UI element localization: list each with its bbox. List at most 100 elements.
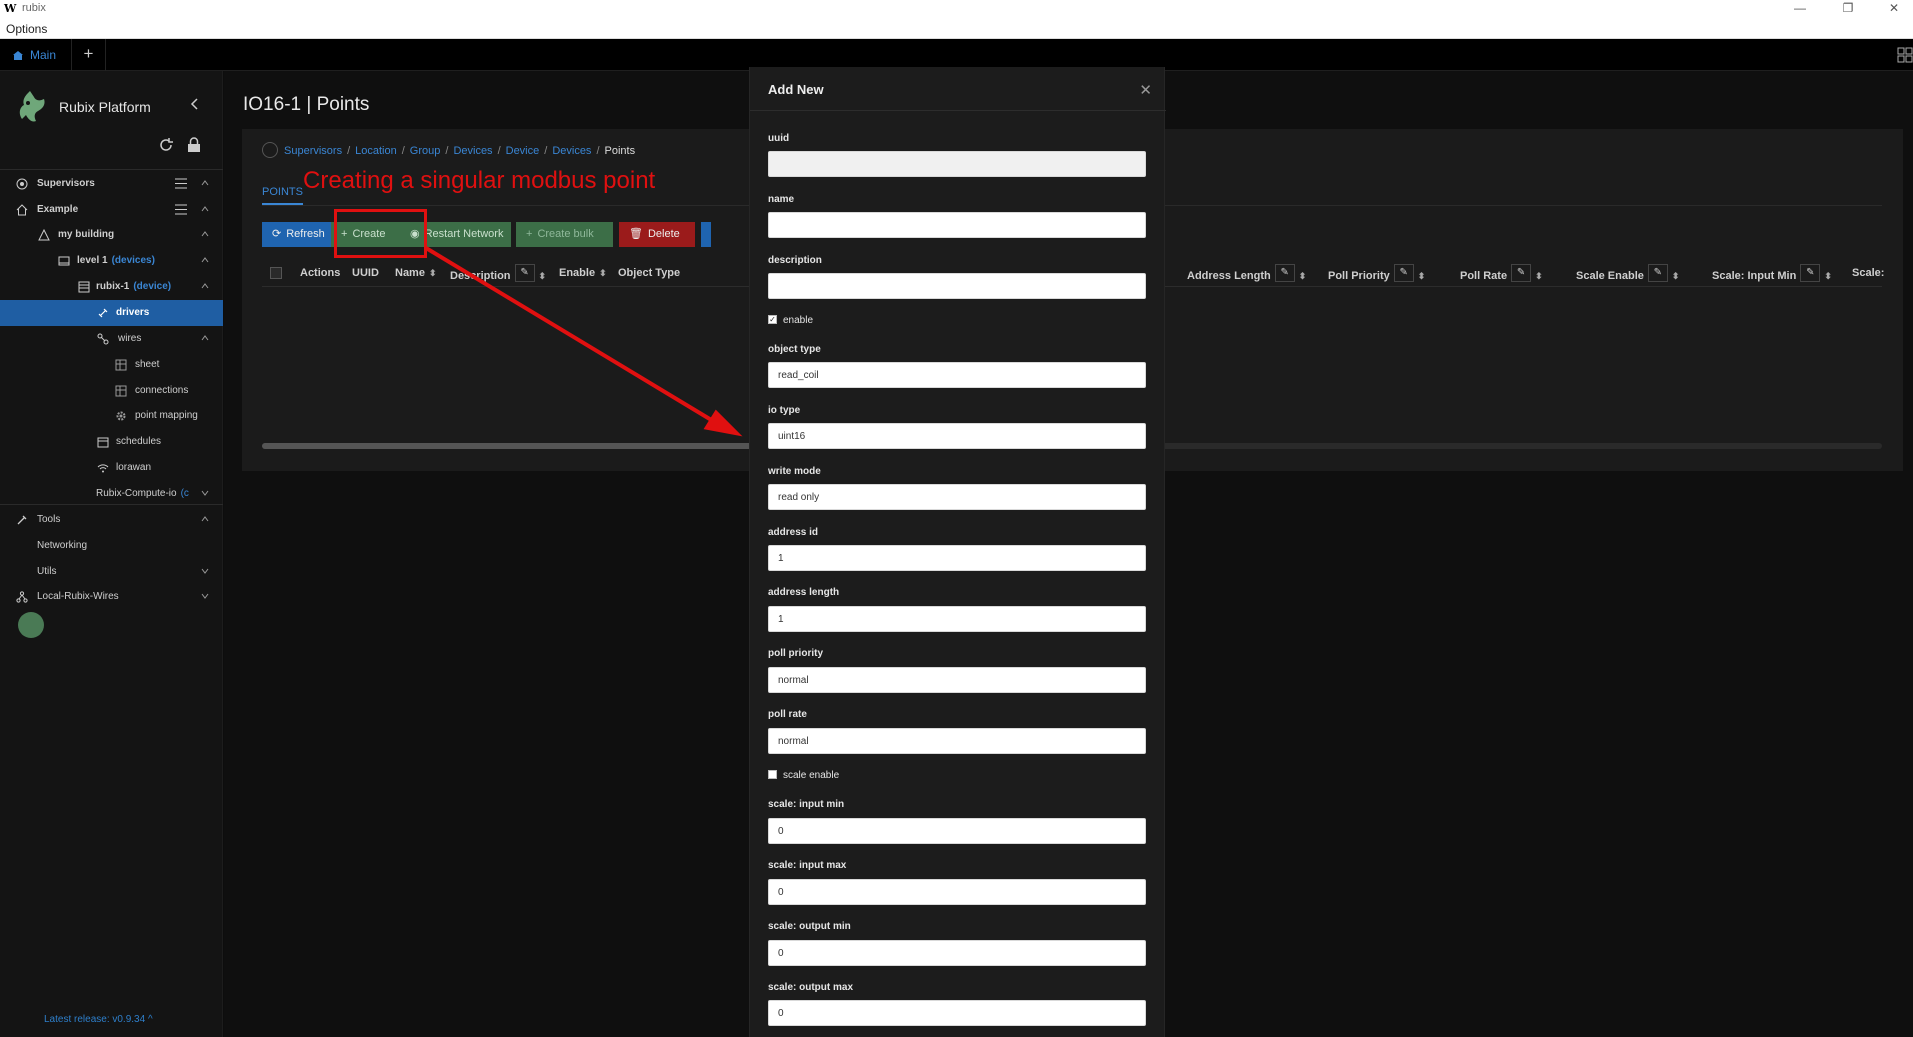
column-header[interactable]: Description ✎ ⬍ bbox=[450, 264, 546, 285]
chevron-up-icon[interactable] bbox=[201, 257, 209, 263]
sidebar-item-rubix-1[interactable]: rubix-1 (device) bbox=[0, 274, 223, 300]
sidebar-item-connections[interactable]: connections bbox=[0, 378, 223, 404]
breadcrumb: Supervisors / Location / Group / Devices / Devic… bbox=[262, 142, 635, 159]
sidebar-item-drivers[interactable]: drivers bbox=[0, 300, 223, 326]
poll-priority-select[interactable]: normal bbox=[768, 667, 1146, 693]
sidebar-item-label: lorawan bbox=[116, 462, 152, 473]
sidebar-divider bbox=[0, 504, 223, 505]
breadcrumb-item[interactable]: Group bbox=[410, 145, 441, 157]
sidebar-item-level-1[interactable]: level 1 (devices) bbox=[0, 248, 223, 274]
sidebar-item-local-rubix-wires[interactable]: Local-Rubix-Wires bbox=[0, 584, 223, 610]
scale-output-max-field[interactable]: 0 bbox=[768, 1000, 1146, 1026]
sidebar-item-lorawan[interactable]: lorawan bbox=[0, 455, 223, 481]
sidebar-item-utils[interactable]: Utils bbox=[0, 559, 223, 585]
create-bulk-button[interactable]: + Create bulk bbox=[516, 222, 613, 247]
close-window-button[interactable]: ✕ bbox=[1871, 0, 1913, 18]
minimize-button[interactable]: — bbox=[1777, 0, 1823, 18]
chevron-up-icon[interactable] bbox=[201, 231, 209, 237]
sidebar-item-point-mapping[interactable]: point mapping bbox=[0, 403, 223, 429]
sidebar: Rubix Platform Supervisors Example my bu… bbox=[0, 71, 223, 1037]
filter-icon[interactable]: ✎ bbox=[1800, 264, 1821, 282]
filter-icon[interactable]: ✎ bbox=[514, 264, 535, 282]
scale-enable-checkbox[interactable] bbox=[768, 769, 777, 779]
column-header[interactable]: Scale: Input Min ✎ ⬍ bbox=[1712, 264, 1832, 285]
sidebar-item-example[interactable]: Example bbox=[0, 197, 223, 223]
sidebar-item-tools[interactable]: Tools bbox=[0, 507, 223, 533]
description-field[interactable] bbox=[768, 273, 1146, 299]
chevron-up-icon[interactable] bbox=[201, 206, 209, 212]
refresh-icon[interactable] bbox=[158, 137, 174, 153]
gear-icon bbox=[116, 411, 126, 421]
column-header[interactable]: UUID bbox=[352, 267, 379, 279]
tab-main[interactable]: Main bbox=[0, 39, 72, 71]
chevron-up-icon[interactable] bbox=[201, 516, 209, 522]
column-header[interactable]: Scale Enable ✎ ⬍ bbox=[1576, 264, 1679, 285]
breadcrumb-item[interactable]: Devices bbox=[453, 145, 492, 157]
column-header[interactable]: Name ⬍ bbox=[395, 267, 437, 279]
collapse-sidebar-icon[interactable] bbox=[188, 97, 202, 111]
sidebar-item-supervisors[interactable]: Supervisors bbox=[0, 171, 223, 197]
tab-points[interactable]: POINTS bbox=[262, 186, 303, 205]
sidebar-item-sheet[interactable]: sheet bbox=[0, 352, 223, 378]
sidebar-item-my-building[interactable]: my building bbox=[0, 222, 223, 248]
refresh-button[interactable]: ⟳ Refresh bbox=[262, 222, 334, 247]
column-header[interactable]: Poll Rate ✎ ⬍ bbox=[1460, 264, 1543, 285]
poll-rate-select[interactable]: normal bbox=[768, 728, 1146, 754]
filter-icon[interactable]: ✎ bbox=[1647, 264, 1668, 282]
chevron-up-icon[interactable] bbox=[201, 335, 209, 341]
sidebar-item-wires[interactable]: wires bbox=[0, 326, 223, 352]
sort-icon: ⬍ bbox=[428, 268, 437, 278]
filter-icon[interactable]: ✎ bbox=[1393, 264, 1414, 282]
chevron-up-icon[interactable] bbox=[201, 283, 209, 289]
scale-enable-checkbox-row[interactable]: scale enable bbox=[768, 769, 839, 781]
io-type-select[interactable]: uint16 bbox=[768, 423, 1146, 449]
add-tab-button[interactable]: + bbox=[72, 39, 106, 71]
column-header[interactable]: Enable ⬍ bbox=[559, 267, 607, 279]
refresh-icon: ⟳ bbox=[272, 228, 282, 240]
avatar[interactable] bbox=[18, 612, 44, 638]
sidebar-item-schedules[interactable]: schedules bbox=[0, 429, 223, 455]
delete-button[interactable]: 🗑 Delete bbox=[619, 222, 695, 247]
breadcrumb-item[interactable]: Device bbox=[506, 145, 540, 157]
breadcrumb-item[interactable]: Location bbox=[355, 145, 397, 157]
menu-icon[interactable] bbox=[175, 204, 187, 215]
column-header[interactable]: Object Type bbox=[618, 267, 680, 279]
filter-icon[interactable]: ✎ bbox=[1274, 264, 1295, 282]
name-field[interactable] bbox=[768, 212, 1146, 238]
sidebar-item-label: sheet bbox=[135, 359, 160, 370]
object-type-select[interactable]: read_coil bbox=[768, 362, 1146, 388]
close-icon[interactable]: ✕ bbox=[1139, 81, 1152, 99]
menu-options[interactable]: Options bbox=[6, 22, 47, 36]
breadcrumb-item[interactable]: Supervisors bbox=[284, 145, 342, 157]
back-icon[interactable] bbox=[262, 142, 278, 158]
menu-icon[interactable] bbox=[175, 178, 187, 189]
filter-icon[interactable]: ✎ bbox=[1511, 264, 1532, 282]
column-header[interactable]: Address Length ✎ ⬍ bbox=[1187, 264, 1306, 285]
chevron-down-icon[interactable] bbox=[201, 593, 209, 599]
sidebar-item-tag: (device) bbox=[133, 281, 172, 292]
restore-button[interactable]: ❐ bbox=[1825, 0, 1871, 18]
scale-output-min-field[interactable]: 0 bbox=[768, 940, 1146, 966]
scale-input-min-field[interactable]: 0 bbox=[768, 818, 1146, 844]
chevron-up-icon[interactable] bbox=[201, 180, 209, 186]
address-length-label: address length bbox=[768, 587, 840, 598]
column-header[interactable]: Scale: bbox=[1852, 267, 1884, 279]
address-id-field[interactable]: 1 bbox=[768, 545, 1146, 571]
scale-input-max-field[interactable]: 0 bbox=[768, 879, 1146, 905]
lock-icon[interactable] bbox=[187, 137, 201, 153]
chevron-down-icon[interactable] bbox=[201, 568, 209, 574]
sidebar-item-label: drivers bbox=[116, 307, 150, 318]
release-link[interactable]: Latest release: v0.9.34 ^ bbox=[44, 1014, 153, 1025]
write-mode-select[interactable]: read only bbox=[768, 484, 1146, 510]
column-header[interactable]: Poll Priority ✎ ⬍ bbox=[1328, 264, 1425, 285]
address-length-field[interactable]: 1 bbox=[768, 606, 1146, 632]
breadcrumb-item[interactable]: Devices bbox=[552, 145, 591, 157]
enable-checkbox-row[interactable]: ✓ enable bbox=[768, 314, 813, 326]
select-all-checkbox[interactable] bbox=[270, 267, 282, 279]
sidebar-item-networking[interactable]: Networking bbox=[0, 533, 223, 559]
enable-checkbox[interactable]: ✓ bbox=[768, 314, 777, 324]
more-button[interactable] bbox=[701, 222, 711, 247]
scrollbar-thumb[interactable] bbox=[262, 443, 752, 449]
grid-icon[interactable] bbox=[1897, 47, 1913, 63]
chevron-down-icon[interactable] bbox=[201, 490, 209, 496]
